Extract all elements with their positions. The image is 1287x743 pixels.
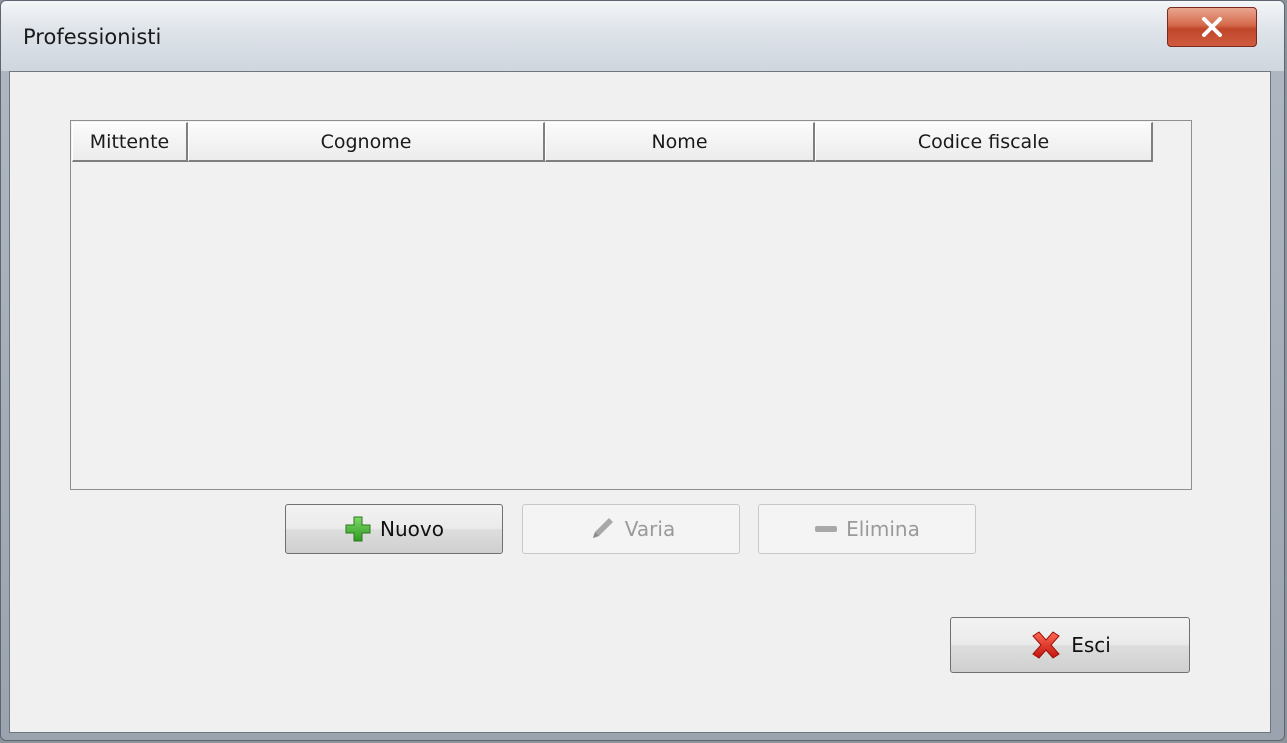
elimina-button[interactable]: Elimina bbox=[758, 504, 976, 554]
nuovo-button[interactable]: Nuovo bbox=[285, 504, 503, 554]
nuovo-button-label: Nuovo bbox=[380, 517, 444, 541]
column-header-mittente[interactable]: Mittente bbox=[72, 122, 188, 162]
column-header-cognome[interactable]: Cognome bbox=[188, 122, 545, 162]
window-title: Professionisti bbox=[23, 25, 162, 49]
pencil-icon bbox=[592, 518, 613, 538]
column-header-codice-fiscale[interactable]: Codice fiscale bbox=[815, 122, 1153, 162]
grid-body[interactable] bbox=[72, 163, 1190, 488]
plus-icon bbox=[345, 516, 371, 542]
elimina-button-label: Elimina bbox=[846, 517, 920, 541]
grid-header: Mittente Cognome Nome Codice fiscale bbox=[72, 122, 1153, 162]
professionisti-grid[interactable]: Mittente Cognome Nome Codice fiscale bbox=[70, 120, 1192, 490]
varia-button[interactable]: Varia bbox=[522, 504, 740, 554]
close-button[interactable] bbox=[1167, 7, 1257, 47]
title-bar[interactable]: Professionisti bbox=[1, 1, 1284, 71]
esci-button-label: Esci bbox=[1071, 633, 1111, 657]
dialog-window: Professionisti Mittente Cognome Nome Cod… bbox=[0, 0, 1285, 741]
column-header-nome[interactable]: Nome bbox=[545, 122, 815, 162]
esci-button[interactable]: Esci bbox=[950, 617, 1190, 673]
minus-icon bbox=[815, 526, 838, 532]
close-icon bbox=[1202, 17, 1222, 37]
red-x-icon bbox=[1032, 631, 1060, 659]
varia-button-label: Varia bbox=[624, 517, 676, 541]
dialog-content: Mittente Cognome Nome Codice fiscale Nuo… bbox=[9, 71, 1271, 733]
